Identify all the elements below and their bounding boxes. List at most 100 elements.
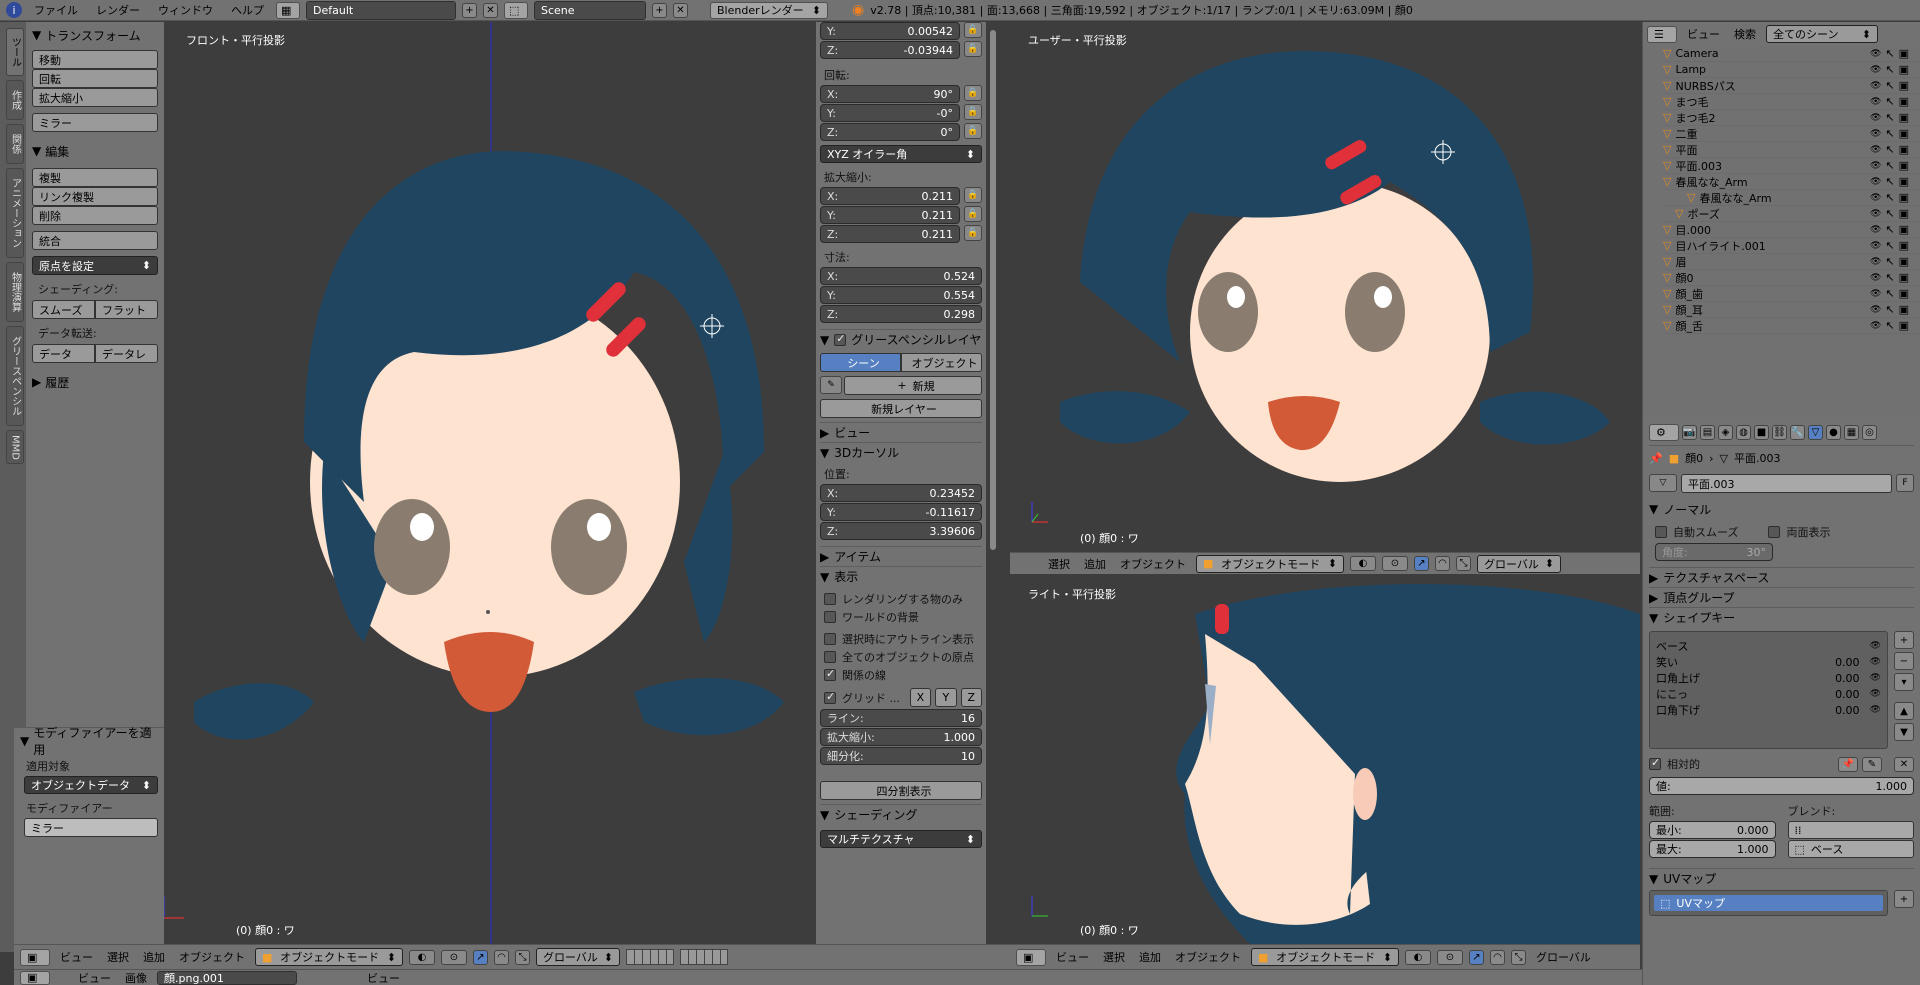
dimension-y-field[interactable]: Y: 0.554 xyxy=(820,286,982,304)
menu-object[interactable]: オブジェクト xyxy=(1171,949,1245,965)
scale-x-field[interactable]: X: 0.211 xyxy=(820,187,960,205)
history-panel-header[interactable]: ▶ 履歴 xyxy=(32,373,158,391)
modifier-field[interactable]: ミラー xyxy=(24,818,158,837)
editor-type-button[interactable]: ⚙ xyxy=(1649,424,1679,441)
menu-object[interactable]: オブジェクト xyxy=(175,949,249,965)
tab-mmd[interactable]: MMD xyxy=(6,430,24,464)
editor-type-button[interactable]: ▣ xyxy=(20,948,50,966)
move-button[interactable]: 移動 xyxy=(32,50,158,69)
smooth-button[interactable]: スムーズ xyxy=(32,300,95,319)
cursor-panel-header[interactable]: ▼ 3Dカーソル xyxy=(820,442,982,462)
eye-icon[interactable]: 👁 xyxy=(1870,257,1881,267)
pin-shape-icon[interactable]: 📌 xyxy=(1838,756,1858,772)
render-camera-icon[interactable]: ▣ xyxy=(1899,47,1909,60)
menu-view[interactable]: ビュー xyxy=(1052,949,1093,965)
world-tab-icon[interactable]: ◍ xyxy=(1736,425,1751,440)
outliner-menu-search[interactable]: 検索 xyxy=(1730,26,1760,42)
outline-selected-toggle[interactable]: 選択時にアウトライン表示 xyxy=(824,630,982,648)
pivot-icon[interactable]: ⊙ xyxy=(441,949,467,965)
clear-shape-icon[interactable]: ✕ xyxy=(1894,756,1914,772)
only-render-toggle[interactable]: レンダリングする物のみ xyxy=(824,590,982,608)
select-arrow-icon[interactable]: ↖ xyxy=(1885,303,1894,316)
menu-select[interactable]: 選択 xyxy=(1044,556,1074,572)
pivot-icon[interactable]: ⊙ xyxy=(1382,556,1408,571)
outliner-item[interactable]: ▽ まつ毛2 👁 ↖ ▣ xyxy=(1663,110,1920,126)
eye-icon[interactable]: 👁 xyxy=(1870,641,1881,651)
mode-select[interactable]: ■ オブジェクトモード ⬍ xyxy=(255,948,403,966)
relative-toggle[interactable]: 相対的 xyxy=(1649,755,1700,773)
render-camera-icon[interactable]: ▣ xyxy=(1899,95,1909,108)
grid-axis-z-button[interactable]: Z xyxy=(960,688,982,707)
rotate-button[interactable]: 回転 xyxy=(32,69,158,88)
tab-physics[interactable]: 物理演算 xyxy=(6,262,24,322)
eye-icon[interactable]: 👁 xyxy=(1870,193,1881,203)
lock-icon[interactable]: 🔒 xyxy=(964,206,982,222)
scene-name-field[interactable]: Scene xyxy=(534,0,646,20)
orientation-select[interactable]: グローバル ⬍ xyxy=(536,948,620,966)
lock-icon[interactable]: 🔒 xyxy=(964,187,982,203)
mode-select[interactable]: ■ オブジェクトモード ⬍ xyxy=(1251,948,1399,966)
lock-icon[interactable]: 🔒 xyxy=(964,104,982,120)
select-arrow-icon[interactable]: ↖ xyxy=(1885,79,1894,92)
eye-icon[interactable]: 👁 xyxy=(1870,289,1881,299)
eye-icon[interactable]: 👁 xyxy=(1870,273,1881,283)
scene-close-button[interactable]: ✕ xyxy=(673,2,688,18)
display-panel-header[interactable]: ▼ 表示 xyxy=(820,566,982,586)
link-duplicate-button[interactable]: リンク複製 xyxy=(32,187,158,206)
render-camera-icon[interactable]: ▣ xyxy=(1899,79,1909,92)
outliner-item[interactable]: ▽ NURBSパス 👁 ↖ ▣ xyxy=(1663,78,1920,94)
all-origins-toggle[interactable]: 全てのオブジェクトの原点 xyxy=(824,648,982,666)
select-arrow-icon[interactable]: ↖ xyxy=(1885,47,1894,60)
editor-type-button[interactable]: ▣ xyxy=(1016,948,1046,966)
render-camera-icon[interactable]: ▣ xyxy=(1899,159,1909,172)
shape-key-item[interactable]: 口角上げ 0.00 👁 xyxy=(1650,670,1887,686)
properties-n-scrollbar[interactable] xyxy=(990,30,996,550)
auto-smooth-angle-field[interactable]: 角度: 30° xyxy=(1655,543,1773,561)
eye-icon[interactable]: 👁 xyxy=(1870,49,1881,59)
shape-key-item[interactable]: ベース 👁 xyxy=(1650,638,1887,654)
lock-icon[interactable]: 🔒 xyxy=(964,41,982,57)
cursor-x-field[interactable]: X: 0.23452 xyxy=(820,484,982,502)
slider-min-field[interactable]: 最小: 0.000 xyxy=(1649,821,1776,839)
menu-object[interactable]: オブジェクト xyxy=(1116,556,1190,572)
mesh-name-field[interactable]: 平面.003 xyxy=(1681,474,1892,493)
outliner-item[interactable]: ▽ 顔_歯 👁 ↖ ▣ xyxy=(1663,286,1920,302)
select-arrow-icon[interactable]: ↖ xyxy=(1885,175,1894,188)
outliner-item[interactable]: ▽ 平面 👁 ↖ ▣ xyxy=(1663,142,1920,158)
eye-icon[interactable]: 👁 xyxy=(1870,321,1881,331)
scale-z-field[interactable]: Z: 0.211 xyxy=(820,225,960,243)
mesh-browse-icon[interactable]: ▽ xyxy=(1649,474,1677,492)
layout-type-button[interactable]: ▦ xyxy=(276,1,300,19)
manipulator-icon[interactable]: ↗ xyxy=(1469,949,1484,965)
uv-map-item[interactable]: ⬚ UVマップ xyxy=(1654,895,1883,911)
select-arrow-icon[interactable]: ↖ xyxy=(1885,143,1894,156)
delete-button[interactable]: 削除 xyxy=(32,206,158,225)
menu-view[interactable]: ビュー xyxy=(56,949,97,965)
shading-sphere-icon[interactable]: ◐ xyxy=(1405,949,1431,965)
eye-icon[interactable]: 👁 xyxy=(1870,673,1881,683)
pencil-icon[interactable]: ✎ xyxy=(820,376,842,394)
add-uv-map-icon[interactable]: + xyxy=(1894,890,1914,908)
shape-keys-header[interactable]: ▼ シェイプキー xyxy=(1649,607,1914,627)
grid-lines-field[interactable]: ライン: 16 xyxy=(820,709,982,727)
eye-icon[interactable]: 👁 xyxy=(1870,161,1881,171)
shape-key-item[interactable]: にこっ 0.00 👁 xyxy=(1650,686,1887,702)
eye-icon[interactable]: 👁 xyxy=(1870,689,1881,699)
menu-select[interactable]: 選択 xyxy=(1099,949,1129,965)
shape-key-item[interactable]: 口角下げ 0.00 👁 xyxy=(1650,702,1887,718)
menu-window[interactable]: ウィンドウ xyxy=(152,2,219,18)
texture-tab-icon[interactable]: ▦ xyxy=(1844,425,1859,440)
item-panel-header[interactable]: ▶ アイテム xyxy=(820,546,982,566)
tab-create[interactable]: 作成 xyxy=(6,80,24,120)
eye-icon[interactable]: 👁 xyxy=(1870,657,1881,667)
scale-button[interactable]: 拡大縮小 xyxy=(32,88,158,107)
lock-icon[interactable]: 🔒 xyxy=(964,22,982,38)
shape-key-item[interactable]: 笑い 0.00 👁 xyxy=(1650,654,1887,670)
render-camera-icon[interactable]: ▣ xyxy=(1899,255,1909,268)
outliner-filter-select[interactable]: 全てのシーン ⬍ xyxy=(1766,25,1878,43)
tab-grease-pencil[interactable]: グリースペンシル xyxy=(6,326,24,426)
menu-file[interactable]: ファイル xyxy=(28,2,84,18)
scale-manip-icon[interactable]: ⤡ xyxy=(1511,949,1526,965)
cursor-z-field[interactable]: Z: 3.39606 xyxy=(820,522,982,540)
lock-icon[interactable]: 🔒 xyxy=(964,85,982,101)
